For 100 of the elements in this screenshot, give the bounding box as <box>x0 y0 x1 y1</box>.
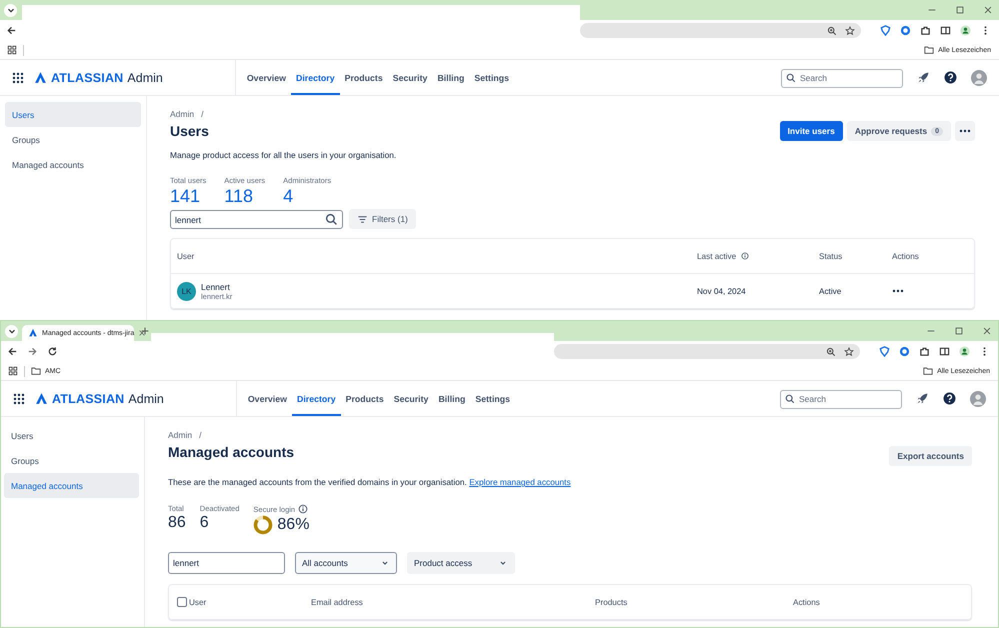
column-header: User <box>189 598 206 606</box>
back-arrow-icon[interactable] <box>7 346 18 357</box>
nav-tab[interactable]: Settings <box>469 60 514 95</box>
close-icon[interactable] <box>982 326 992 336</box>
page-title: Managed accounts <box>168 444 296 460</box>
profile-icon[interactable] <box>959 346 970 357</box>
column-header: User <box>177 252 194 260</box>
nav-tab[interactable]: Overview <box>242 381 292 416</box>
explore-link[interactable]: Explore managed accounts <box>469 477 571 487</box>
stat-value: 4 <box>283 186 294 207</box>
apps-icon[interactable] <box>8 366 18 376</box>
folder-icon <box>31 366 41 376</box>
checkbox[interactable] <box>177 597 187 607</box>
filter-icon <box>357 214 368 224</box>
info-icon[interactable] <box>298 504 308 514</box>
progress-ring <box>253 515 274 535</box>
search-field[interactable]: lennert <box>168 552 285 574</box>
search-icon <box>786 72 796 82</box>
tab-search-button[interactable] <box>4 4 17 16</box>
nav-tab[interactable]: Billing <box>432 60 470 95</box>
stat-value: 141 <box>170 186 200 207</box>
app-switcher-icon[interactable] <box>13 392 25 404</box>
nav-tab[interactable]: Products <box>340 60 388 95</box>
new-tab-icon[interactable] <box>140 326 150 336</box>
atlassian-logo[interactable]: ATLASSIAN Admin <box>34 70 163 84</box>
info-icon[interactable] <box>741 252 750 260</box>
export-button[interactable]: Export accounts <box>889 446 972 466</box>
atlassian-logo-icon <box>28 328 38 338</box>
page-description: Manage product access for all the users in your organisation. <box>170 150 398 160</box>
app-switcher-icon[interactable] <box>12 72 24 84</box>
user-avatar-icon[interactable] <box>971 70 987 86</box>
column-header: Actions <box>793 598 820 606</box>
breadcrumb-separator: / <box>201 109 204 119</box>
breadcrumb-link[interactable]: Admin <box>170 109 194 119</box>
help-icon[interactable] <box>944 71 957 84</box>
maximize-icon[interactable] <box>955 5 965 15</box>
breadcrumb-link[interactable]: Admin <box>168 430 192 440</box>
more-button[interactable] <box>955 121 975 141</box>
star-icon[interactable] <box>845 26 855 36</box>
user-avatar: LK <box>177 282 196 300</box>
sidebar-item[interactable]: Managed accounts <box>4 473 139 498</box>
folder-icon[interactable] <box>923 366 934 376</box>
side-panel-icon[interactable] <box>940 25 951 36</box>
search-field[interactable]: Search <box>780 390 902 408</box>
atlassian-logo[interactable]: ATLASSIAN Admin <box>35 392 164 406</box>
circle-extension-icon[interactable] <box>900 25 911 36</box>
shield-extension-icon[interactable] <box>879 346 890 357</box>
zoom-icon[interactable] <box>826 346 836 356</box>
page-title: Users <box>170 123 210 139</box>
user-name[interactable]: Lennert <box>201 282 232 292</box>
sidebar-item[interactable]: Managed accounts <box>5 152 141 177</box>
close-icon[interactable] <box>983 5 993 15</box>
side-panel-icon[interactable] <box>939 346 950 357</box>
help-icon[interactable] <box>943 392 956 405</box>
filters-button[interactable]: Filters (1) <box>349 209 416 229</box>
maximize-icon[interactable] <box>954 326 964 336</box>
search-field[interactable]: Search <box>781 68 903 88</box>
sidebar-item[interactable]: Groups <box>4 448 139 473</box>
nav-tab[interactable]: Directory <box>292 381 341 416</box>
page-description: These are the managed accounts from the verified domains in your organisation. Explore managed accounts <box>168 477 572 487</box>
nav-tab[interactable]: Security <box>388 381 434 416</box>
shield-extension-icon[interactable] <box>880 25 891 36</box>
reload-icon[interactable] <box>47 346 58 357</box>
tab-search-button[interactable] <box>5 324 18 338</box>
star-icon[interactable] <box>844 346 854 356</box>
logo-mark-icon <box>34 71 47 84</box>
search-icon <box>325 212 338 226</box>
column-header: Status <box>819 252 842 260</box>
rocket-icon[interactable] <box>916 392 929 405</box>
nav-tab[interactable]: Products <box>340 381 389 416</box>
forward-arrow-icon[interactable] <box>27 346 38 357</box>
close-icon[interactable] <box>138 329 146 337</box>
breadcrumb-separator: / <box>199 430 202 440</box>
folder-icon[interactable] <box>924 45 934 55</box>
back-arrow-icon[interactable] <box>6 25 17 36</box>
stat-value: 118 <box>224 186 253 207</box>
apps-icon[interactable] <box>7 45 17 55</box>
stat-value: 6 <box>200 514 209 532</box>
nav-tab[interactable]: Directory <box>290 60 340 95</box>
column-header: Email address <box>311 598 363 606</box>
zoom-icon[interactable] <box>827 26 837 36</box>
circle-extension-icon[interactable] <box>899 346 910 357</box>
sidebar-item[interactable]: Groups <box>5 127 141 152</box>
stat-value: 86 <box>168 514 186 532</box>
sidebar-item[interactable]: Users <box>5 102 141 127</box>
rocket-icon[interactable] <box>917 71 930 84</box>
nav-tab[interactable]: Overview <box>242 60 291 95</box>
dropdown[interactable]: Product access <box>407 552 515 574</box>
profile-icon[interactable] <box>960 25 971 36</box>
search-field[interactable]: lennert <box>170 210 343 229</box>
nav-tab[interactable]: Settings <box>470 381 516 416</box>
dropdown[interactable]: All accounts <box>295 552 397 574</box>
nav-tab[interactable]: Billing <box>433 381 470 416</box>
user-avatar-icon[interactable] <box>970 390 986 406</box>
extensions-icon[interactable] <box>920 25 931 36</box>
nav-tab[interactable]: Security <box>388 60 432 95</box>
sidebar-item[interactable]: Users <box>4 423 139 448</box>
table-cell: Nov 04, 2024 <box>697 286 746 296</box>
invite-button[interactable]: Invite users <box>780 121 843 141</box>
extensions-icon[interactable] <box>919 346 930 357</box>
